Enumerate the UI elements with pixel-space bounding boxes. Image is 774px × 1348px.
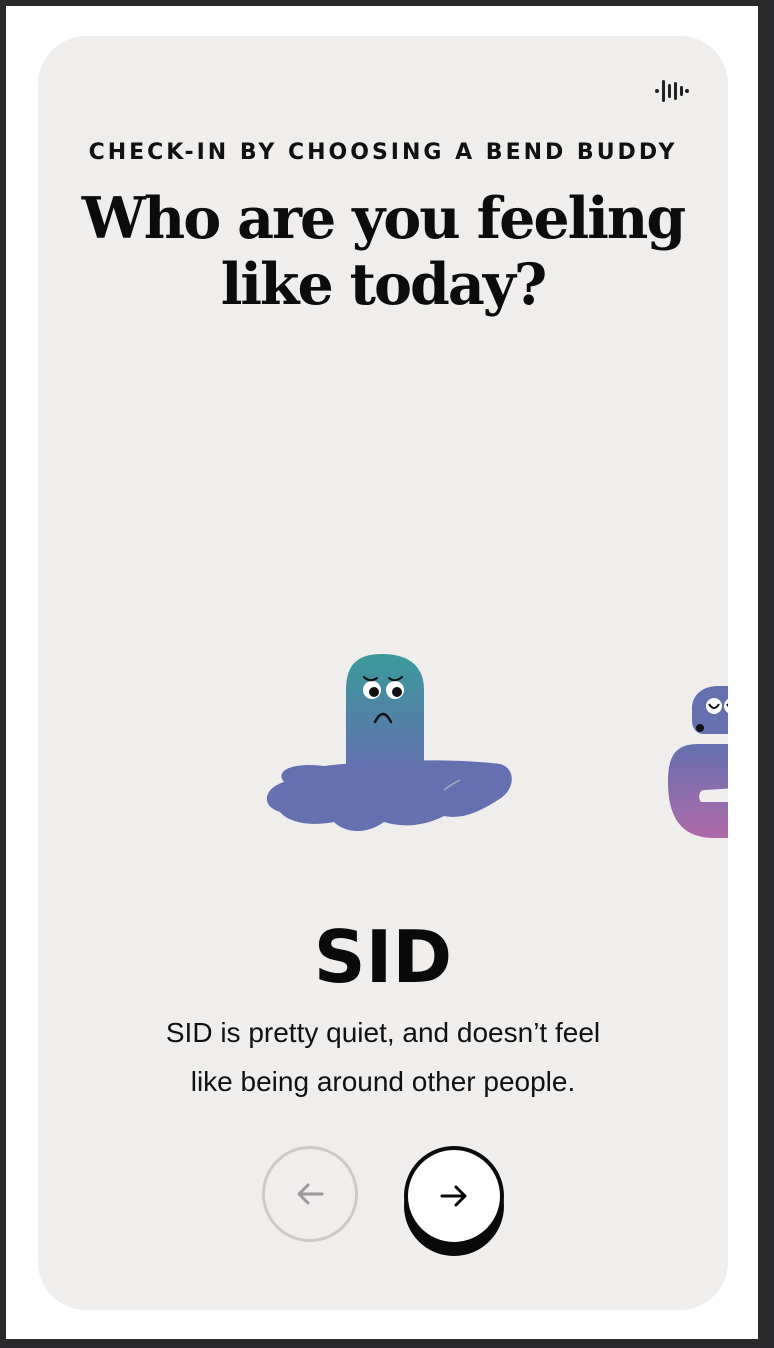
headline-line-2: like today? [220,251,548,318]
buddy-description: SID is pretty quiet, and doesn’t feel li… [113,1008,653,1106]
buddy-name: SID [313,915,453,999]
description-line-2: like being around other people. [190,1066,576,1097]
app-frame: CHECK-IN BY CHOOSING A BEND BUDDY Who ar… [6,6,758,1339]
description-line-1: SID is pretty quiet, and doesn’t feel [165,1017,601,1048]
eyebrow-text: CHECK-IN BY CHOOSING A BEND BUDDY [88,140,678,165]
arrow-right-icon [440,1185,467,1207]
next-buddy-button[interactable] [404,1146,504,1246]
arrow-left-icon [297,1183,324,1205]
next-buddy-button-wrap [404,1146,504,1258]
check-in-card: CHECK-IN BY CHOOSING A BEND BUDDY Who ar… [38,36,728,1310]
headline-line-1: Who are you feeling [81,185,686,252]
next-buddy-peek[interactable] [658,678,728,838]
buddy-illustration-sid[interactable] [254,650,516,840]
audio-waveform-icon[interactable] [653,76,693,106]
page-title: Who are you feeling like today? [58,186,708,318]
previous-buddy-button[interactable] [262,1146,358,1242]
